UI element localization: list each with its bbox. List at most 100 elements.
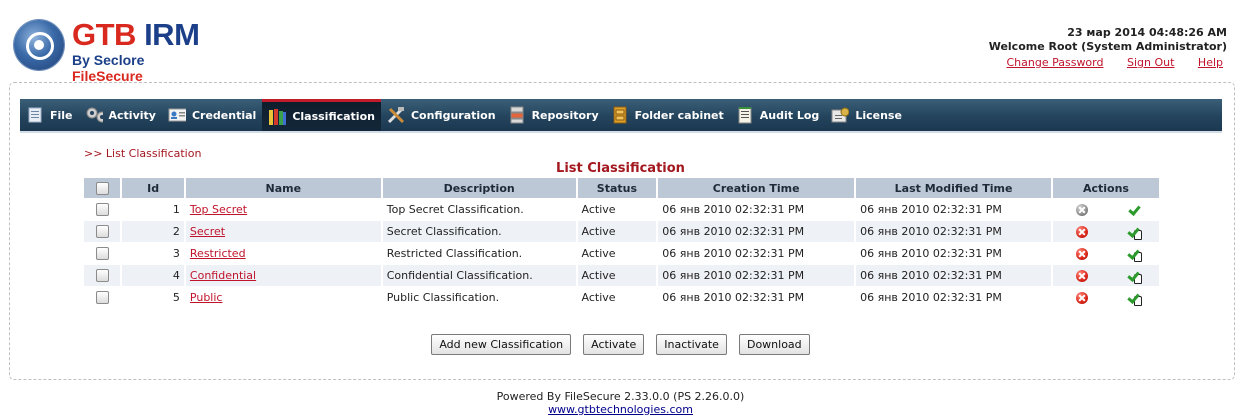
delete-icon[interactable] <box>1076 225 1089 238</box>
cell-actions <box>1052 243 1159 264</box>
cell-status: Active <box>577 221 657 242</box>
header-links: Change Password Sign Out Help <box>986 56 1223 69</box>
cell-modified-time: 06 янв 2010 02:32:31 PM <box>856 243 1051 264</box>
main-nav: File Activity Credential Classification … <box>20 99 1222 133</box>
cell-actions <box>1052 221 1159 242</box>
cell-creation-time: 06 янв 2010 02:32:31 PM <box>658 243 855 264</box>
delete-icon[interactable] <box>1076 269 1089 282</box>
cell-status: Active <box>577 199 657 220</box>
column-header-description[interactable]: Description <box>382 178 576 198</box>
nav-file[interactable]: File <box>20 99 79 131</box>
action-buttons: Add new Classification Activate Inactiva… <box>0 334 1241 355</box>
row-checkbox[interactable] <box>95 247 109 261</box>
download-button[interactable]: Download <box>738 334 810 355</box>
cell-creation-time: 06 янв 2010 02:32:31 PM <box>658 287 855 308</box>
table-row: 5 Public Public Classification. Active 0… <box>84 287 1159 308</box>
row-select-cell <box>84 243 121 264</box>
classification-name-link[interactable]: Top Secret <box>190 203 247 216</box>
cell-actions <box>1052 287 1159 308</box>
file-icon <box>26 106 44 124</box>
checkmark-icon[interactable] <box>1126 248 1140 260</box>
column-header-name[interactable]: Name <box>185 178 381 198</box>
row-select-cell <box>84 265 121 286</box>
activate-button[interactable]: Activate <box>583 334 645 355</box>
gears-icon <box>85 106 103 124</box>
nav-label: Audit Log <box>759 108 820 122</box>
classification-name-link[interactable]: Restricted <box>190 247 246 260</box>
page-title: List Classification <box>556 161 685 176</box>
checkmark-icon[interactable] <box>1126 226 1140 238</box>
certificate-icon <box>831 106 850 124</box>
nav-audit-log[interactable]: Audit Log <box>730 99 826 131</box>
cell-creation-time: 06 янв 2010 02:32:31 PM <box>658 265 855 286</box>
nav-label: Folder cabinet <box>634 108 724 122</box>
nav-label: Credential <box>191 108 257 122</box>
checkmark-icon[interactable] <box>1127 204 1141 216</box>
nav-classification[interactable]: Classification <box>262 99 381 131</box>
welcome-message: Welcome Root (System Administrator) <box>988 40 1227 53</box>
cell-description: Top Secret Classification. <box>382 199 576 220</box>
classification-name-link[interactable]: Secret <box>190 225 225 238</box>
classification-table: Id Name Description Status Creation Time… <box>82 177 1161 309</box>
nav-label: Classification <box>292 110 375 123</box>
column-header-last-modified-time[interactable]: Last Modified Time <box>856 178 1051 198</box>
classification-name-link[interactable]: Public <box>190 291 223 304</box>
nav-folder-cabinet[interactable]: Folder cabinet <box>605 99 730 131</box>
cell-id: 2 <box>122 221 184 242</box>
logo-title: GTB IRM <box>72 17 200 52</box>
row-checkbox[interactable] <box>95 269 109 283</box>
sign-out-link[interactable]: Sign Out <box>1127 56 1174 69</box>
column-header-creation-time[interactable]: Creation Time <box>658 178 855 198</box>
nav-credential[interactable]: Credential <box>162 99 262 131</box>
powered-by-text: Powered By FileSecure 2.33.0.0 (PS 2.26.… <box>496 390 745 403</box>
current-datetime: 23 мар 2014 04:48:26 AM <box>1067 26 1227 39</box>
company-website-link[interactable]: www.gtbtechnologies.com <box>548 403 693 416</box>
cabinet-icon <box>611 106 629 124</box>
row-checkbox[interactable] <box>95 203 109 217</box>
cell-name: Restricted <box>185 243 381 264</box>
nav-label: Configuration <box>410 108 496 122</box>
breadcrumb: >> List Classification <box>84 147 202 160</box>
cell-id: 1 <box>122 199 184 220</box>
help-link[interactable]: Help <box>1198 56 1223 69</box>
user-info: 23 мар 2014 04:48:26 AM Welcome Root (Sy… <box>989 26 1227 54</box>
delete-icon[interactable] <box>1076 247 1089 260</box>
checkmark-icon[interactable] <box>1126 292 1140 304</box>
cell-id: 3 <box>122 243 184 264</box>
cell-creation-time: 06 янв 2010 02:32:31 PM <box>658 199 855 220</box>
cell-description: Restricted Classification. <box>382 243 576 264</box>
nav-configuration[interactable]: Configuration <box>381 99 502 131</box>
delete-icon[interactable] <box>1076 291 1089 304</box>
add-classification-button[interactable]: Add new Classification <box>431 334 572 355</box>
nav-label: License <box>855 108 902 122</box>
row-checkbox[interactable] <box>95 291 109 305</box>
column-header-actions: Actions <box>1052 178 1159 198</box>
column-header-id[interactable]: Id <box>122 178 184 198</box>
nav-repository[interactable]: Repository <box>502 99 605 131</box>
nav-license[interactable]: License <box>825 99 908 131</box>
logo-subtitle: By Seclore FileSecure <box>72 52 145 84</box>
nav-label: Repository <box>531 108 599 122</box>
select-all-checkbox[interactable] <box>95 181 109 195</box>
table-row: 4 Confidential Confidential Classificati… <box>84 265 1159 286</box>
cell-description: Public Classification. <box>382 287 576 308</box>
column-header-status[interactable]: Status <box>577 178 657 198</box>
footer: Powered By FileSecure 2.33.0.0 (PS 2.26.… <box>0 390 1241 416</box>
cell-status: Active <box>577 287 657 308</box>
cell-modified-time: 06 янв 2010 02:32:31 PM <box>856 221 1051 242</box>
table-row: 2 Secret Secret Classification. Active 0… <box>84 221 1159 242</box>
checkmark-icon[interactable] <box>1126 270 1140 282</box>
nav-label: Activity <box>108 108 156 122</box>
row-checkbox[interactable] <box>95 225 109 239</box>
cell-name: Top Secret <box>185 199 381 220</box>
cell-id: 5 <box>122 287 184 308</box>
logo-wheel-icon <box>14 20 64 70</box>
cell-status: Active <box>577 243 657 264</box>
books-icon <box>268 108 287 126</box>
delete-disabled-icon <box>1076 204 1089 216</box>
row-select-cell <box>84 221 121 242</box>
classification-name-link[interactable]: Confidential <box>190 269 256 282</box>
nav-activity[interactable]: Activity <box>79 99 162 131</box>
change-password-link[interactable]: Change Password <box>1006 56 1103 69</box>
inactivate-button[interactable]: Inactivate <box>656 334 727 355</box>
